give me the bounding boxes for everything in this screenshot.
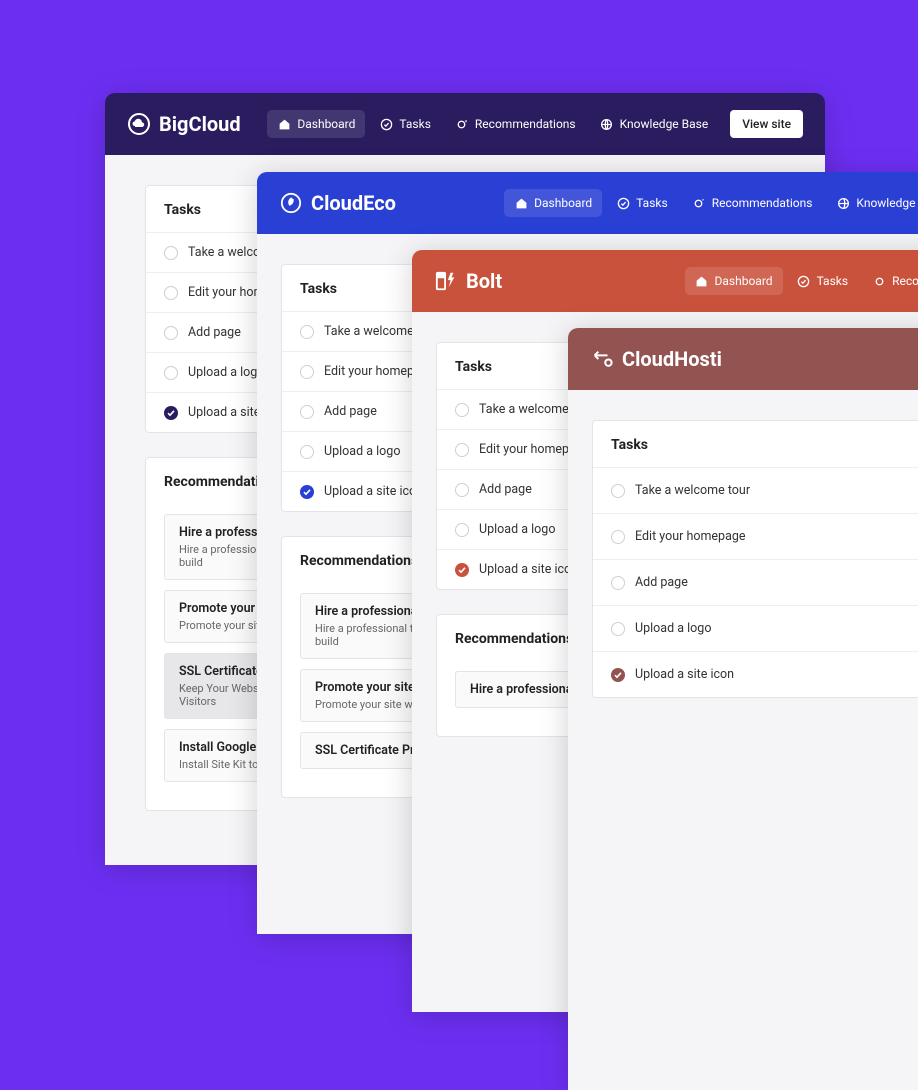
sparkle-icon xyxy=(455,117,469,131)
nav-recommendations[interactable]: Recommendations xyxy=(682,189,823,217)
transfer-logo-icon xyxy=(590,347,614,371)
home-icon xyxy=(695,274,709,288)
window-cloudhosti: CloudHosti Tasks Take a welcome tourS Ed… xyxy=(568,328,918,1090)
topbar: BigCloud Dashboard Tasks Recommendations xyxy=(105,93,825,155)
brand-name: Bolt xyxy=(466,269,502,293)
nav-knowledge[interactable]: Knowledge Base xyxy=(826,189,918,217)
top-nav: Dashboard Tasks Recommendations Knowledg… xyxy=(504,189,918,217)
status-empty-icon xyxy=(611,622,625,636)
check-circle-icon xyxy=(379,117,393,131)
status-empty-icon xyxy=(164,286,178,300)
topbar: Bolt Dashboard Tasks Recomm xyxy=(412,250,918,312)
home-icon xyxy=(514,196,528,210)
view-site-button[interactable]: View site xyxy=(730,110,803,138)
brand: BigCloud xyxy=(127,112,241,136)
cloud-logo-icon xyxy=(127,112,151,136)
status-empty-icon xyxy=(455,403,469,417)
nav-dashboard[interactable]: Dashboard xyxy=(267,110,365,138)
status-empty-icon xyxy=(300,365,314,379)
topbar: CloudHosti xyxy=(568,328,918,390)
status-done-icon xyxy=(300,485,314,499)
status-empty-icon xyxy=(300,325,314,339)
status-done-icon xyxy=(455,563,469,577)
task-row[interactable]: Add pageAd xyxy=(593,559,918,605)
sparkle-icon xyxy=(872,274,886,288)
topbar: CloudEco Dashboard Tasks Recommendations… xyxy=(257,172,918,234)
status-empty-icon xyxy=(611,484,625,498)
brand: CloudHosti xyxy=(590,347,722,371)
brand: Bolt xyxy=(434,269,502,293)
check-circle-icon xyxy=(797,274,811,288)
top-nav: Dashboard Tasks Recomm xyxy=(685,267,918,295)
task-row[interactable]: Edit your homepageEd xyxy=(593,513,918,559)
status-empty-icon xyxy=(611,530,625,544)
leaf-logo-icon xyxy=(279,191,303,215)
nav-dashboard[interactable]: Dashboard xyxy=(504,189,602,217)
brand-name: CloudEco xyxy=(311,191,396,215)
top-nav: Dashboard Tasks Recommendations Knowledg… xyxy=(267,110,803,138)
tasks-heading: Tasks xyxy=(593,421,918,467)
status-empty-icon xyxy=(455,483,469,497)
tasks-card: Tasks Take a welcome tourS Edit your hom… xyxy=(592,420,918,698)
task-row[interactable]: Take a welcome tourS xyxy=(593,467,918,513)
nav-recommendations[interactable]: Recommendations xyxy=(445,110,586,138)
status-done-icon xyxy=(164,406,178,420)
nav-tasks[interactable]: Tasks xyxy=(369,110,441,138)
task-row[interactable]: Upload a logoUp xyxy=(593,605,918,651)
status-empty-icon xyxy=(300,405,314,419)
bolt-logo-icon xyxy=(434,269,458,293)
status-empty-icon xyxy=(611,576,625,590)
brand: CloudEco xyxy=(279,191,396,215)
status-done-icon xyxy=(611,668,625,682)
status-empty-icon xyxy=(455,523,469,537)
globe-icon xyxy=(600,117,614,131)
check-circle-icon xyxy=(616,196,630,210)
brand-name: CloudHosti xyxy=(622,347,722,371)
sparkle-icon xyxy=(692,196,706,210)
status-empty-icon xyxy=(455,443,469,457)
status-empty-icon xyxy=(164,366,178,380)
nav-tasks[interactable]: Tasks xyxy=(787,267,859,295)
nav-knowledge[interactable]: Knowledge Base xyxy=(590,110,719,138)
brand-name: BigCloud xyxy=(159,112,241,136)
globe-icon xyxy=(836,196,850,210)
body-area: Tasks Take a welcome tourS Edit your hom… xyxy=(568,390,918,1090)
nav-tasks[interactable]: Tasks xyxy=(606,189,678,217)
nav-dashboard[interactable]: Dashboard xyxy=(685,267,783,295)
nav-recommendations[interactable]: Recomm xyxy=(862,267,918,295)
status-empty-icon xyxy=(300,445,314,459)
status-empty-icon xyxy=(164,326,178,340)
home-icon xyxy=(277,117,291,131)
status-empty-icon xyxy=(164,246,178,260)
task-row[interactable]: Upload a site icon Up xyxy=(593,651,918,697)
